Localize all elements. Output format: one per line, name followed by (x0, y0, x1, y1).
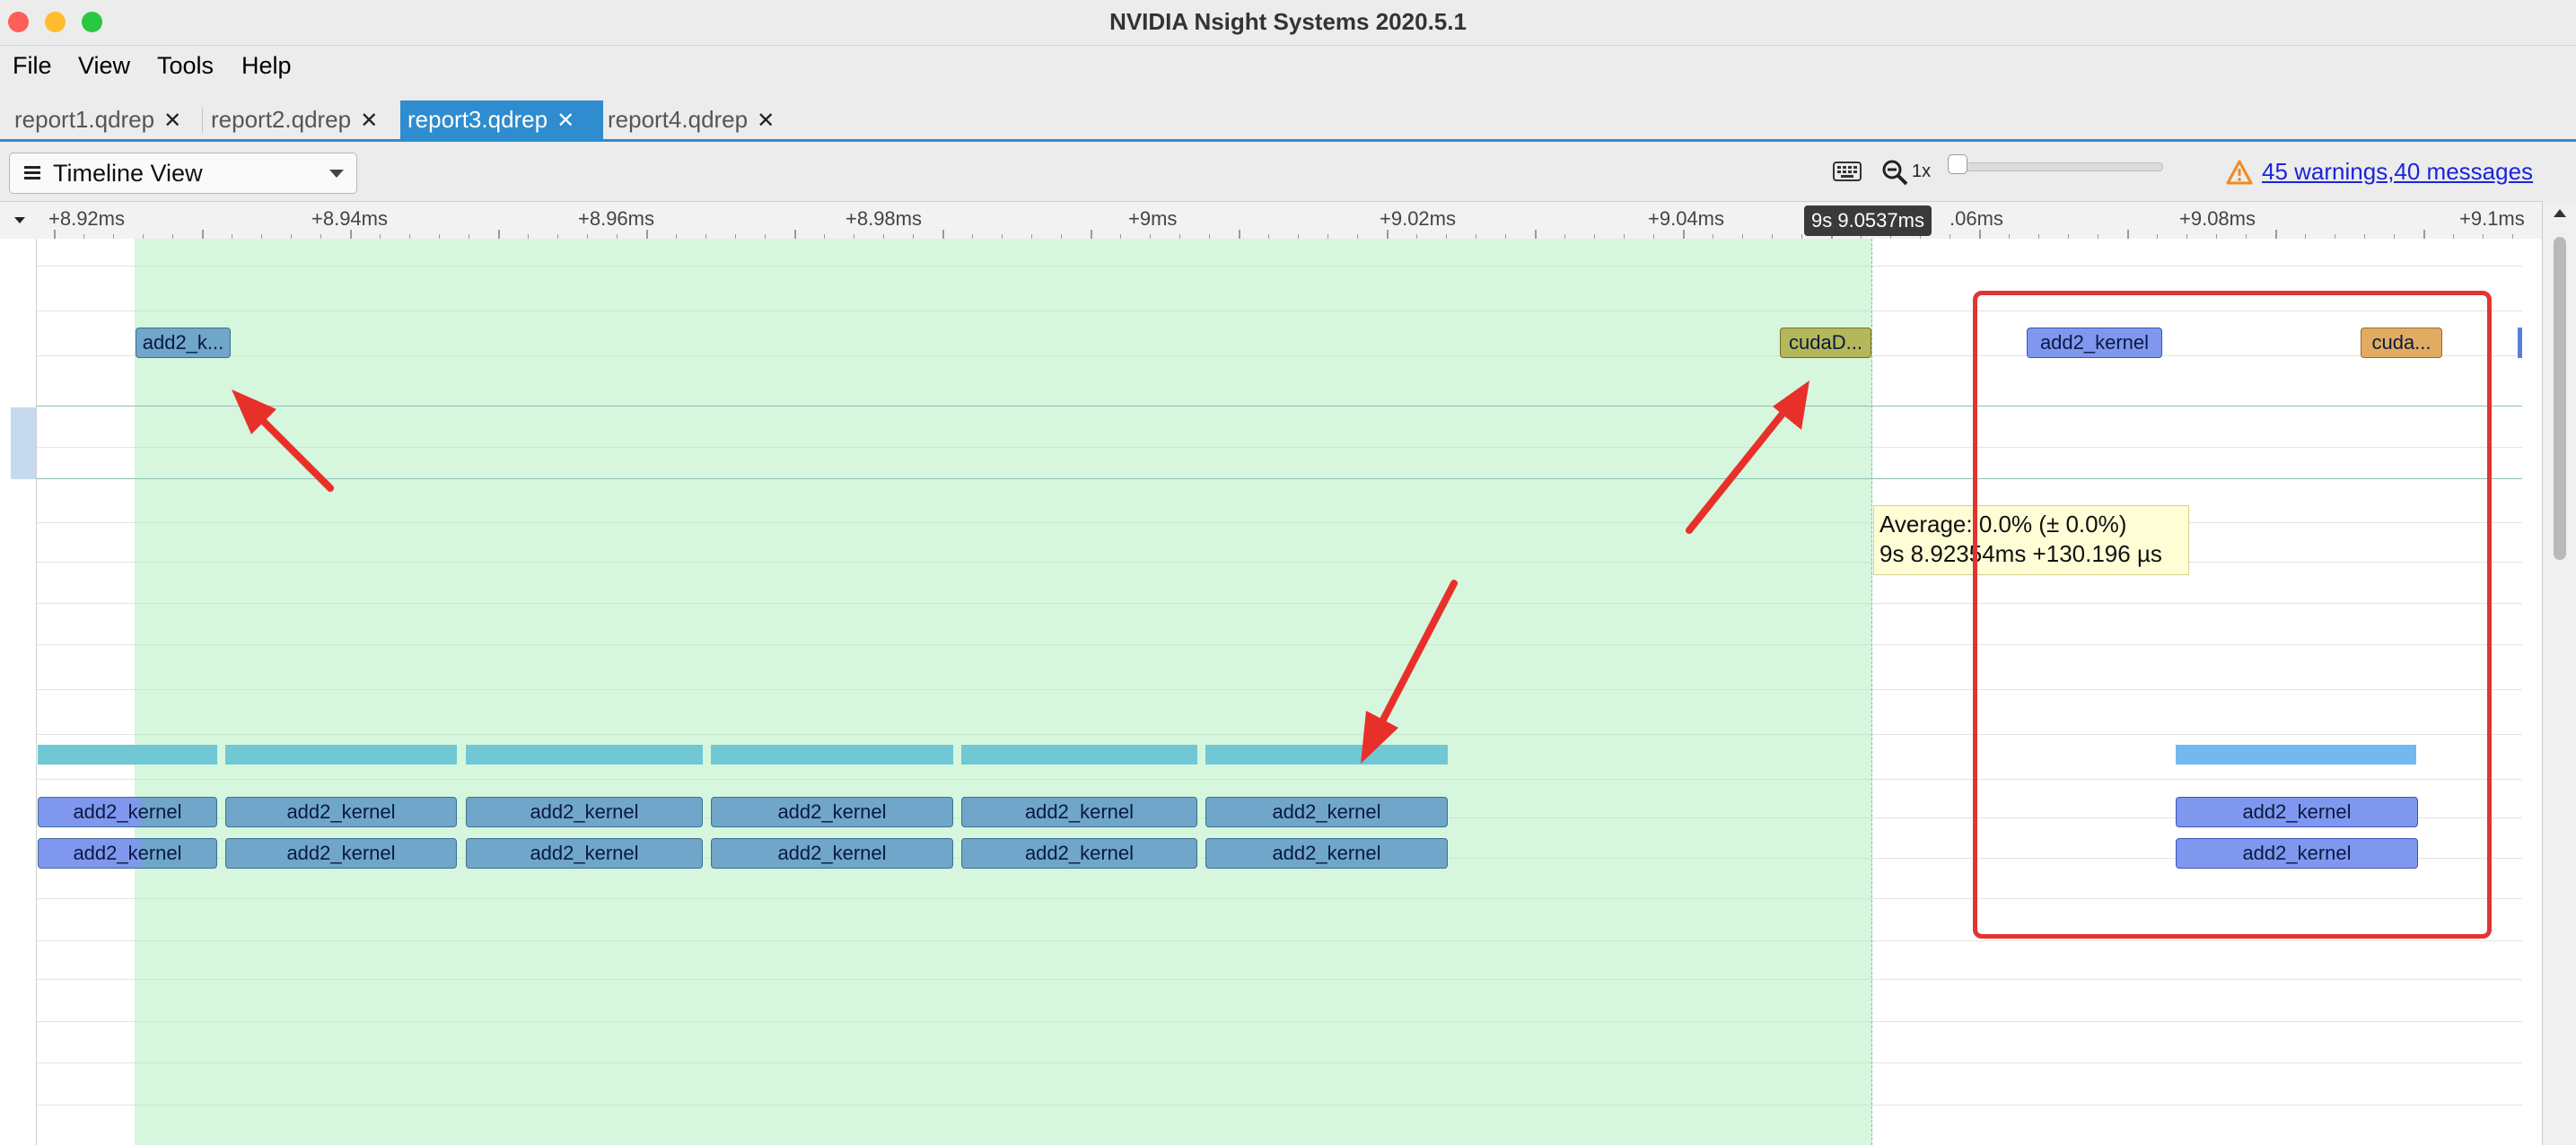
view-select-label: Timeline View (53, 160, 203, 187)
tick-mark (202, 230, 204, 239)
tick-mark (2127, 230, 2129, 239)
tab-divider (202, 108, 203, 133)
tick-mark (794, 230, 796, 239)
tick-mark (1535, 230, 1537, 239)
tick-label: +8.92ms (48, 207, 125, 230)
close-tab-icon[interactable]: ✕ (556, 109, 574, 133)
tick-label: +9.04ms (1648, 207, 1724, 230)
tab-label: report3.qdrep (407, 106, 548, 133)
tab-label: report1.qdrep (14, 106, 155, 133)
toolbar: Timeline View 1x 45 warnings,40 messages (0, 142, 2576, 201)
timeline-canvas[interactable]: add2_k... cudaD... add2_kernel cuda... a… (0, 239, 2542, 1145)
tab-report4[interactable]: report4.qdrep ✕ (600, 101, 782, 139)
collapse-all-icon[interactable] (13, 214, 27, 225)
tick-mark (942, 230, 944, 239)
tick-label: +9ms (1128, 207, 1178, 230)
tick-mark (54, 230, 56, 239)
cursor-time-badge: 9s 9.0537ms (1804, 205, 1932, 236)
view-select-dropdown[interactable]: Timeline View (9, 153, 357, 194)
tick-mark (2423, 230, 2425, 239)
tick-mark (1239, 230, 1240, 239)
warning-icon (2226, 160, 2253, 185)
scrollbar-thumb[interactable] (2554, 237, 2566, 560)
close-tab-icon[interactable]: ✕ (163, 109, 181, 133)
tab-label: report2.qdrep (211, 106, 352, 133)
report-tab-bar: report1.qdrep ✕ report2.qdrep ✕ report3.qd… (0, 85, 2576, 142)
tick-label: +8.96ms (578, 207, 654, 230)
annotation-arrows (232, 380, 1809, 764)
menu-file[interactable]: File (13, 46, 52, 85)
chevron-down-icon (329, 170, 344, 178)
tick-label: +8.94ms (311, 207, 388, 230)
menu-view[interactable]: View (78, 46, 130, 85)
tick-mark (646, 230, 648, 239)
tab-report3[interactable]: report3.qdrep ✕ (400, 101, 603, 139)
tick-mark (1091, 230, 1092, 239)
tick-label: +9.08ms (2179, 207, 2256, 230)
tick-mark (498, 230, 500, 239)
arrow-icon (232, 389, 334, 492)
title-bar: NVIDIA Nsight Systems 2020.5.1 (0, 0, 2576, 46)
tick-label: +9.02ms (1380, 207, 1456, 230)
keyboard-icon[interactable] (1833, 162, 1862, 181)
tick-label: +8.98ms (846, 207, 922, 230)
tick-mark (2275, 230, 2277, 239)
menu-bar: File View Tools Help (0, 46, 2576, 85)
tick-mark (1387, 230, 1389, 239)
zoom-slider-thumb[interactable] (1948, 154, 1967, 174)
tab-label: report4.qdrep (608, 106, 749, 133)
arrow-icon (1361, 580, 1458, 764)
zoom-out-icon[interactable] (1880, 158, 1909, 187)
close-tab-icon[interactable]: ✕ (360, 109, 378, 133)
list-icon (24, 166, 40, 179)
menu-tools[interactable]: Tools (157, 46, 214, 85)
zoom-slider-track[interactable] (1950, 162, 2163, 171)
arrow-icon (1686, 380, 1809, 534)
warnings-link[interactable]: 45 warnings,40 messages (2262, 158, 2533, 186)
menu-help[interactable]: Help (241, 46, 292, 85)
tick-mark (350, 230, 352, 239)
tab-report2[interactable]: report2.qdrep ✕ (204, 101, 385, 139)
tick-label: .06ms (1950, 207, 2003, 230)
window-title: NVIDIA Nsight Systems 2020.5.1 (1109, 8, 1467, 35)
time-ruler: +8.92ms +8.94ms +8.96ms +8.98ms +9ms +9.… (0, 201, 2542, 240)
scroll-up-icon[interactable] (2552, 206, 2568, 219)
close-tab-icon[interactable]: ✕ (757, 109, 775, 133)
tick-mark (1979, 230, 1981, 239)
tab-report1[interactable]: report1.qdrep ✕ (7, 101, 188, 139)
tick-label: +9.1ms (2459, 207, 2525, 230)
zoom-level-label: 1x (1912, 162, 1932, 181)
tick-mark (1683, 230, 1685, 239)
vertical-scrollbar[interactable] (2542, 201, 2576, 1145)
